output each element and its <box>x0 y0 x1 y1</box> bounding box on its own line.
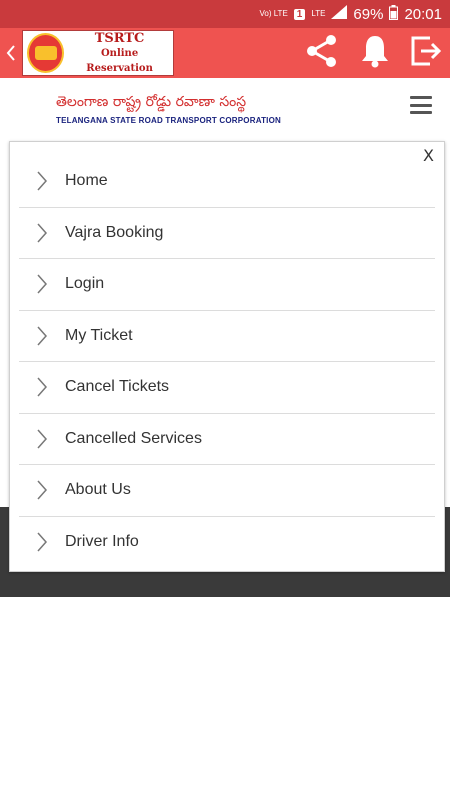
menu-item-login[interactable]: Login <box>19 259 435 311</box>
menu-item-my-ticket[interactable]: My Ticket <box>19 311 435 362</box>
menu-item-about-us[interactable]: About Us <box>19 465 435 517</box>
menu-item-label: Driver Info <box>65 533 139 551</box>
app-bar: TSRTC Online Reservation <box>0 28 450 78</box>
logo-title: TSRTC <box>94 30 145 46</box>
menu-item-label: About Us <box>65 481 131 499</box>
back-icon[interactable] <box>0 28 22 78</box>
bell-icon[interactable] <box>360 34 390 73</box>
english-name: TELANGANA STATE ROAD TRANSPORT CORPORATI… <box>56 116 281 125</box>
chevron-right-icon <box>19 326 65 346</box>
corporation-header: తెలంగాణ రాష్ట్ర రోడ్డు రవాణా సంస్థ TELAN… <box>0 86 450 132</box>
chevron-right-icon <box>19 377 65 397</box>
chevron-right-icon <box>19 171 65 191</box>
app-logo: TSRTC Online Reservation <box>22 30 174 76</box>
menu-item-label: Vajra Booking <box>65 223 164 241</box>
chevron-right-icon <box>19 480 65 500</box>
battery-icon <box>389 4 399 24</box>
sim-indicator: 1 <box>293 8 306 20</box>
menu-item-label: Home <box>65 172 108 190</box>
chevron-right-icon <box>19 532 65 552</box>
chevron-right-icon <box>19 429 65 449</box>
share-icon[interactable] <box>304 33 340 74</box>
menu-item-vajra-booking[interactable]: Vajra Booking <box>19 208 435 259</box>
status-bar: Vo) LTE 1 LTE 69% 20:01 <box>0 0 450 28</box>
menu-item-label: Login <box>65 275 105 293</box>
menu-item-label: Cancel Tickets <box>65 378 170 396</box>
menu-list: Home Vajra Booking Login My Ticket Cance… <box>19 156 435 568</box>
logout-icon[interactable] <box>410 35 442 72</box>
menu-item-cancelled-services[interactable]: Cancelled Services <box>19 414 435 465</box>
menu-item-home[interactable]: Home <box>19 156 435 208</box>
menu-item-label: My Ticket <box>65 326 133 344</box>
signal-icon <box>331 5 348 23</box>
corporation-logo: తెలంగాణ రాష్ట్ర రోడ్డు రవాణా సంస్థ TELAN… <box>56 94 281 125</box>
chevron-right-icon <box>19 274 65 294</box>
logo-subtitle: Online Reservation <box>86 47 153 74</box>
hamburger-menu-icon[interactable] <box>410 96 432 114</box>
menu-item-cancel-tickets[interactable]: Cancel Tickets <box>19 362 435 414</box>
menu-item-label: Cancelled Services <box>65 429 202 447</box>
tsrtc-emblem <box>27 33 65 73</box>
chevron-right-icon <box>19 223 65 243</box>
lte-indicator: LTE <box>311 9 326 18</box>
volte-indicator: Vo) LTE <box>259 9 288 18</box>
menu-item-driver-info[interactable]: Driver Info <box>19 517 435 569</box>
nav-menu-panel: X Home Vajra Booking Login My Ticket Can… <box>9 141 445 572</box>
battery-percent: 69% <box>353 5 384 23</box>
telugu-name: తెలంగాణ రాష్ట్ర రోడ్డు రవాణా సంస్థ <box>56 94 247 110</box>
clock: 20:01 <box>404 5 442 23</box>
